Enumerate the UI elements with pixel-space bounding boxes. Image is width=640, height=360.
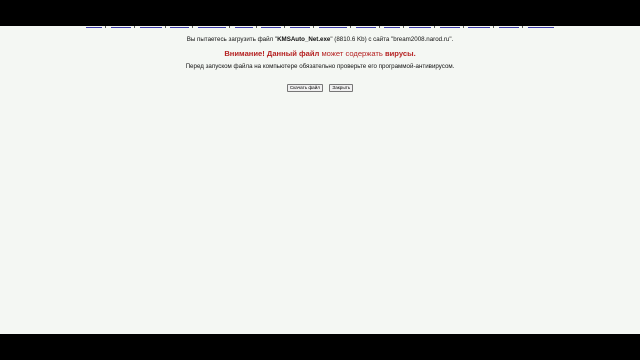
top-link[interactable] bbox=[355, 26, 376, 28]
top-link[interactable] bbox=[261, 26, 282, 28]
top-link[interactable] bbox=[468, 26, 491, 28]
antivirus-advice: Перед запуском файла на компьютере обяза… bbox=[185, 63, 455, 70]
close-button[interactable]: Закрыть bbox=[329, 83, 354, 92]
top-link[interactable] bbox=[408, 26, 431, 28]
top-link[interactable] bbox=[527, 26, 554, 28]
top-link[interactable] bbox=[384, 26, 401, 28]
top-link[interactable] bbox=[439, 26, 460, 28]
button-row: Скачать файл Закрыть bbox=[0, 76, 640, 94]
download-size-site: " (8810.6 Kb) с сайта "bream2008.narod.r… bbox=[330, 36, 454, 43]
link-separator bbox=[164, 26, 166, 28]
top-link[interactable] bbox=[111, 26, 132, 28]
virus-warning: Внимание! Данный файл может содержать ви… bbox=[0, 49, 640, 58]
page: Вы пытаетесь загрузить файл "KMSAuto_Net… bbox=[0, 26, 640, 334]
link-separator bbox=[313, 26, 315, 28]
link-separator bbox=[255, 26, 257, 28]
download-message: Вы пытаетесь загрузить файл "KMSAuto_Net… bbox=[0, 36, 640, 43]
top-link[interactable] bbox=[290, 26, 311, 28]
top-link[interactable] bbox=[234, 26, 253, 28]
link-separator bbox=[284, 26, 286, 28]
top-link[interactable] bbox=[498, 26, 519, 28]
top-link[interactable] bbox=[198, 26, 227, 28]
link-separator bbox=[229, 26, 231, 28]
top-link[interactable] bbox=[139, 26, 162, 28]
download-filename: KMSAuto_Net.exe bbox=[277, 36, 331, 43]
link-separator bbox=[349, 26, 351, 28]
top-links-bar bbox=[0, 26, 640, 30]
top-link[interactable] bbox=[86, 26, 103, 28]
link-separator bbox=[493, 26, 495, 28]
warning-text: может содержать bbox=[319, 49, 385, 58]
link-separator bbox=[134, 26, 136, 28]
link-separator bbox=[403, 26, 405, 28]
top-link[interactable] bbox=[318, 26, 347, 28]
download-file-button[interactable]: Скачать файл bbox=[286, 83, 323, 92]
link-separator bbox=[521, 26, 523, 28]
link-separator bbox=[433, 26, 435, 28]
warning-title: Внимание! Данный файл bbox=[224, 49, 320, 58]
link-separator bbox=[462, 26, 464, 28]
link-separator bbox=[192, 26, 194, 28]
link-separator bbox=[378, 26, 380, 28]
link-separator bbox=[105, 26, 107, 28]
warning-tail: вирусы. bbox=[384, 49, 416, 58]
download-prefix: Вы пытаетесь загрузить файл " bbox=[186, 36, 278, 43]
top-link[interactable] bbox=[170, 26, 190, 28]
